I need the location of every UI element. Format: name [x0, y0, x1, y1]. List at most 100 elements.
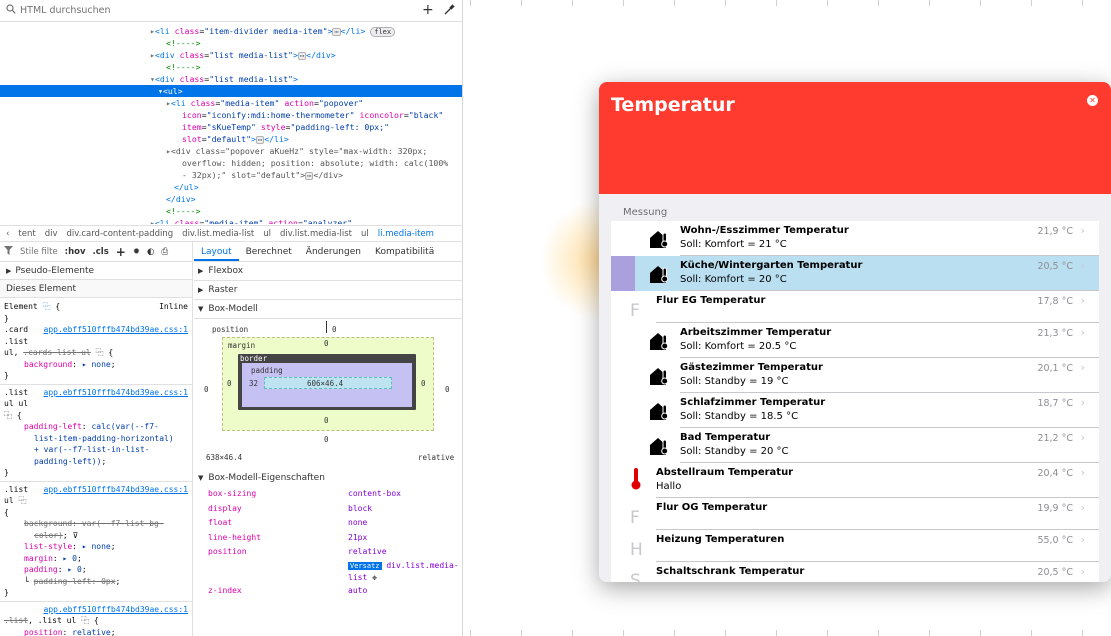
ruler-tick [623, 630, 624, 636]
list-item[interactable]: H Heizung Temperaturen 55,0 °C › [611, 530, 1099, 562]
list-item[interactable]: Wohn-/Esszimmer Temperatur Soll: Komfort … [611, 221, 1099, 256]
markup-line[interactable]: - 32px);" slot="default"> ⋯ </div> [0, 169, 462, 181]
markup-line[interactable]: ▸<li class="media-item" action="popover" [0, 97, 462, 109]
item-value: 19,9 °C [1037, 503, 1073, 514]
box-model-section[interactable]: ▼ Box-Modell [194, 300, 463, 319]
markup-line[interactable]: <!----> [0, 61, 462, 73]
breadcrumb-item[interactable]: div.list.media-list [280, 229, 352, 239]
markup-line[interactable]: ▸<div class="list media-list"> ⋯ </div> [0, 49, 462, 61]
css-source-link[interactable]: app.ebff510fffb474bd39ae.css:1 [44, 484, 189, 496]
list-item[interactable]: Bad Temperatur Soll: Standby = 20 °C 21,2 … [611, 428, 1099, 463]
dark-theme-icon[interactable]: ◐ [147, 247, 154, 257]
item-title: Flur EG Temperatur [656, 295, 766, 306]
chevron-right-icon: › [1080, 224, 1085, 237]
ruler-tick [1082, 630, 1083, 636]
item-title: Bad Temperatur [680, 432, 771, 443]
devtools-panel: HTML durchsuchen + ▸<li class="item-divi… [0, 0, 463, 636]
item-subtitle: Soll: Komfort = 20.5 °C [680, 341, 797, 352]
markup-line[interactable]: <!----> [0, 37, 462, 49]
eyedropper-icon[interactable] [444, 3, 455, 19]
list-item[interactable]: S Schaltschrank Temperatur 20,5 °C › [611, 562, 1099, 582]
close-icon[interactable]: ✕ [1087, 95, 1098, 106]
markup-line[interactable]: ▾<div class="list media-list"> [0, 73, 462, 85]
add-node-button[interactable]: + [422, 2, 434, 18]
markup-line[interactable]: item="sKueTemp" style="padding-left: 0px… [0, 121, 462, 133]
ruler-tick [521, 0, 522, 6]
letter-avatar: F [630, 508, 640, 528]
element-position-type: relative [418, 453, 455, 462]
item-value: 55,0 °C [1037, 535, 1073, 546]
breadcrumb-item[interactable]: ‹ [6, 229, 9, 239]
hov-toggle[interactable]: :hov [65, 247, 86, 257]
list-item[interactable]: Schlafzimmer Temperatur Soll: Standby = 1… [611, 393, 1099, 428]
item-value: 21,9 °C [1037, 226, 1073, 237]
markup-line[interactable]: overflow: hidden; position: absolute; wi… [0, 157, 462, 169]
chevron-right-icon: › [1080, 533, 1085, 546]
html-search-bar[interactable]: HTML durchsuchen + [0, 0, 462, 22]
ruler-tick [1031, 0, 1032, 6]
list-item[interactable]: Küche/Wintergarten Temperatur Soll: Komfo… [611, 256, 1099, 291]
target-icon[interactable]: ✥ [372, 573, 377, 582]
search-input[interactable]: HTML durchsuchen [20, 5, 111, 16]
letter-avatar: S [630, 571, 641, 582]
home-thermometer-icon [649, 264, 671, 284]
ruler-tick [521, 630, 522, 636]
tab-layout[interactable]: Layout [194, 247, 239, 261]
tab-berechnet[interactable]: Berechnet [239, 247, 299, 261]
drag-handle[interactable] [611, 256, 635, 291]
tab-kompatibilitä[interactable]: Kompatibilitä [368, 247, 441, 261]
breadcrumb-item[interactable]: li.media-item [378, 229, 434, 239]
list-item[interactable]: Arbeitszimmer Temperatur Soll: Komfort = … [611, 323, 1099, 358]
markup-line[interactable]: ▸<div class="popover aKueHz" style="max-… [0, 145, 462, 157]
markup-line[interactable]: </div> [0, 193, 462, 205]
offset-badge[interactable]: Versatz [348, 561, 382, 570]
markup-line[interactable]: ▾<ul> [0, 85, 462, 97]
list-item[interactable]: F Flur EG Temperatur 17,8 °C › [611, 291, 1099, 323]
breadcrumb-item[interactable]: tent [18, 229, 35, 239]
breadcrumb-item[interactable]: div.card-content-padding [67, 229, 174, 239]
markup-line[interactable]: </ul> [0, 181, 462, 193]
popover-body: Messung Wohn-/Esszimmer Temperatur Soll: … [599, 194, 1111, 582]
ruler-tick [470, 0, 471, 6]
markup-line[interactable]: ▸<li class="item-divider media-item"> ⋯ </… [0, 25, 462, 37]
ruler-tick [674, 630, 675, 636]
cls-toggle[interactable]: .cls [93, 247, 109, 257]
bm-prop-line-height: line-height 21px [208, 532, 368, 542]
css-source-link[interactable]: app.ebff510fffb474bd39ae.css:1 [44, 324, 189, 336]
markup-line[interactable]: icon="iconify:mdi:home-thermometer" icon… [0, 109, 462, 121]
styles-filter-input[interactable]: Stile filte [20, 247, 58, 257]
item-value: 20,1 °C [1037, 363, 1073, 374]
breadcrumb-item[interactable]: ul [361, 229, 369, 239]
group-title: Messung [623, 207, 668, 218]
tab-änderungen[interactable]: Änderungen [299, 247, 368, 261]
css-source-link[interactable]: app.ebff510fffb474bd39ae.css:1 [44, 604, 189, 616]
breadcrumb-item[interactable]: div [45, 229, 58, 239]
element-rule[interactable]: Element ⿻ { Inline [0, 301, 192, 313]
item-title: Schaltschrank Temperatur [656, 566, 805, 577]
breadcrumb-item[interactable]: ul [263, 229, 271, 239]
add-rule-icon[interactable]: + [116, 245, 126, 259]
list-item[interactable]: F Flur OG Temperatur 19,9 °C › [611, 498, 1099, 530]
markup-line[interactable]: <!----> [0, 205, 462, 217]
item-value: 21,3 °C [1037, 328, 1073, 339]
grid-section[interactable]: ▶ Raster [194, 281, 463, 300]
box-model-properties-toggle[interactable]: ▼ Box-Modell-Eigenschaften [194, 469, 463, 487]
flexbox-section[interactable]: ▶ Flexbox [194, 262, 463, 281]
list-item[interactable]: Gästezimmer Temperatur Soll: Standby = 19… [611, 358, 1099, 393]
markup-line[interactable]: ▸<li class="media-item" action="analyzer… [0, 217, 462, 224]
markup-line[interactable]: slot="default"> ⋯ </li> [0, 133, 462, 145]
breadcrumb-item[interactable]: div.list.media-list [182, 229, 254, 239]
css-source-link[interactable]: app.ebff510fffb474bd39ae.css:1 [44, 387, 189, 399]
item-value: 17,8 °C [1037, 296, 1073, 307]
rules-toolbar: Stile filte :hov .cls + ✹ ◐ ⎙ [0, 242, 192, 262]
print-media-icon[interactable]: ⎙ [161, 247, 168, 257]
breadcrumb[interactable]: ‹ tent div div.card-content-padding div.list… [0, 225, 463, 242]
pseudo-elements-toggle[interactable]: ▶ Pseudo-Elemente [0, 262, 192, 280]
list-item[interactable]: Abstellraum Temperatur Hallo 20,4 °C › [611, 463, 1099, 498]
chevron-right-icon: › [1080, 294, 1085, 307]
markup-view[interactable]: ▸<li class="item-divider media-item"> ⋯ </… [0, 22, 462, 224]
light-theme-icon[interactable]: ✹ [133, 247, 140, 257]
item-subtitle: Soll: Komfort = 21 °C [680, 239, 787, 250]
element-size: 638×46.4 [206, 453, 243, 462]
rules-panel: Stile filte :hov .cls + ✹ ◐ ⎙ ▶ Pseudo-E… [0, 242, 193, 636]
